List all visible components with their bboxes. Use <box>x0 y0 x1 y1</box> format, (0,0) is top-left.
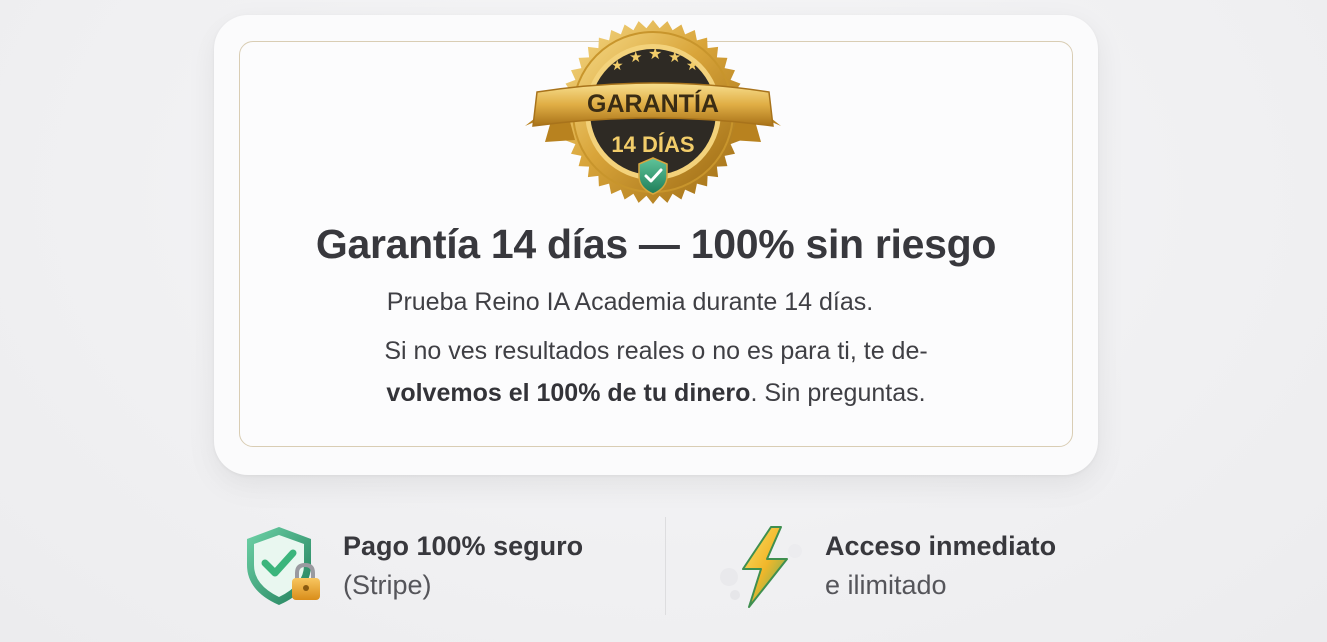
feature-subtitle: e ilimitado <box>825 570 947 600</box>
feature-instant-access: Acceso inmediato e ilimitado <box>715 525 1056 609</box>
svg-text:★: ★ <box>611 58 624 74</box>
shield-lock-icon <box>247 527 320 605</box>
feature-subtitle: (Stripe) <box>343 570 432 600</box>
feature-divider <box>665 517 666 615</box>
guarantee-description-line1: Prueba Reino IA Academia durante 14 días… <box>386 288 874 316</box>
feature-secure-payment: Pago 100% seguro (Stripe) <box>243 525 583 607</box>
guarantee-title: Garantía 14 días — 100% sin riesgo <box>315 221 997 267</box>
svg-text:★: ★ <box>629 48 642 66</box>
seal-bottom-text: 14 DÍAS <box>611 132 694 157</box>
guarantee-description-line3: volvemos el 100% de tu dinero. Sin pregu… <box>239 379 1073 408</box>
svg-text:★: ★ <box>668 48 681 66</box>
seal-top-text: GARANTÍA <box>587 89 719 118</box>
guarantee-seal-icon: ★ ★ ★ ★ ★ GARANTÍA 14 DÍAS <box>525 20 781 204</box>
svg-text:★: ★ <box>686 58 699 74</box>
feature-title: Acceso inmediato <box>825 531 1057 561</box>
refund-emphasis: volvemos el 100% de tu dinero <box>386 379 751 407</box>
feature-title: Pago 100% seguro <box>343 531 584 561</box>
svg-text:★: ★ <box>648 44 662 63</box>
guarantee-description-line2: Si no ves resultados reales o no es para… <box>384 337 928 365</box>
lightning-bolt-icon <box>720 526 802 608</box>
no-questions-text: . Sin preguntas. <box>750 379 926 407</box>
